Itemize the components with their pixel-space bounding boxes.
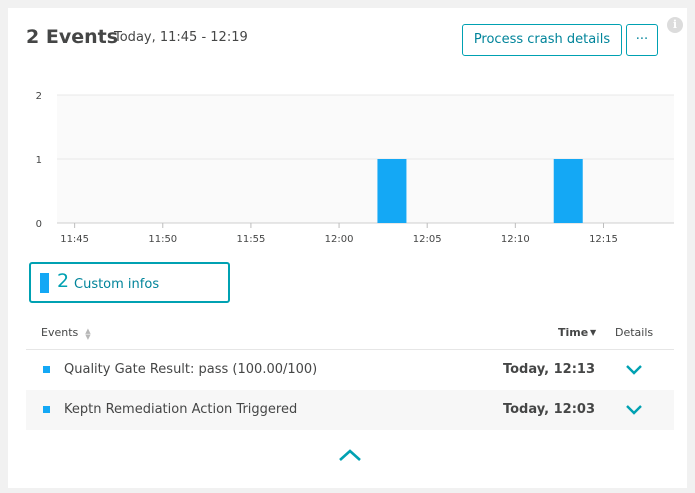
x-tick-label: 11:55 (237, 234, 266, 245)
legend-swatch (40, 273, 49, 293)
x-tick-label: 12:15 (589, 234, 618, 245)
event-swatch (43, 406, 50, 413)
x-tick-label: 12:05 (413, 234, 442, 245)
chevron-down-icon[interactable] (624, 402, 644, 418)
column-header-events[interactable]: Events (41, 326, 78, 339)
column-header-time[interactable]: Time (558, 326, 588, 339)
y-tick-label: 2 (36, 91, 42, 102)
x-axis: 11:45 11:50 11:55 12:00 12:05 12:10 12:15 (60, 223, 618, 245)
legend-count: 2 (57, 270, 70, 292)
x-tick-label: 11:45 (60, 234, 89, 245)
event-swatch (43, 366, 50, 373)
x-tick-label: 12:10 (501, 234, 530, 245)
y-tick-label: 1 (36, 155, 42, 166)
legend-label: Custom infos (74, 277, 160, 292)
y-axis: 0 1 2 (36, 91, 42, 230)
chart-bar[interactable] (553, 159, 583, 223)
sort-icon[interactable]: ▲ ▼ (84, 328, 92, 341)
event-time: Today, 12:03 (502, 402, 595, 417)
event-time: Today, 12:13 (502, 362, 595, 377)
event-name: Keptn Remediation Action Triggered (64, 402, 298, 417)
events-chart: 0 1 2 11:45 11:50 11:55 12:00 12:05 12:10 12:15 (36, 91, 674, 245)
table-row[interactable]: Keptn Remediation Action Triggered Today… (26, 390, 674, 430)
column-header-details: Details (615, 326, 654, 339)
y-tick-label: 0 (36, 219, 42, 230)
legend-custom-infos[interactable]: 2 Custom infos (29, 262, 230, 303)
chart-bar[interactable] (377, 159, 407, 223)
x-tick-label: 11:50 (148, 234, 177, 245)
event-name: Quality Gate Result: pass (100.00/100) (64, 362, 318, 377)
caret-down-icon[interactable]: ▼ (590, 328, 596, 337)
x-tick-label: 12:00 (325, 234, 354, 245)
chevron-down-icon[interactable] (624, 362, 644, 378)
chevron-up-icon[interactable] (336, 445, 364, 465)
table-row[interactable]: Quality Gate Result: pass (100.00/100) T… (26, 350, 674, 390)
